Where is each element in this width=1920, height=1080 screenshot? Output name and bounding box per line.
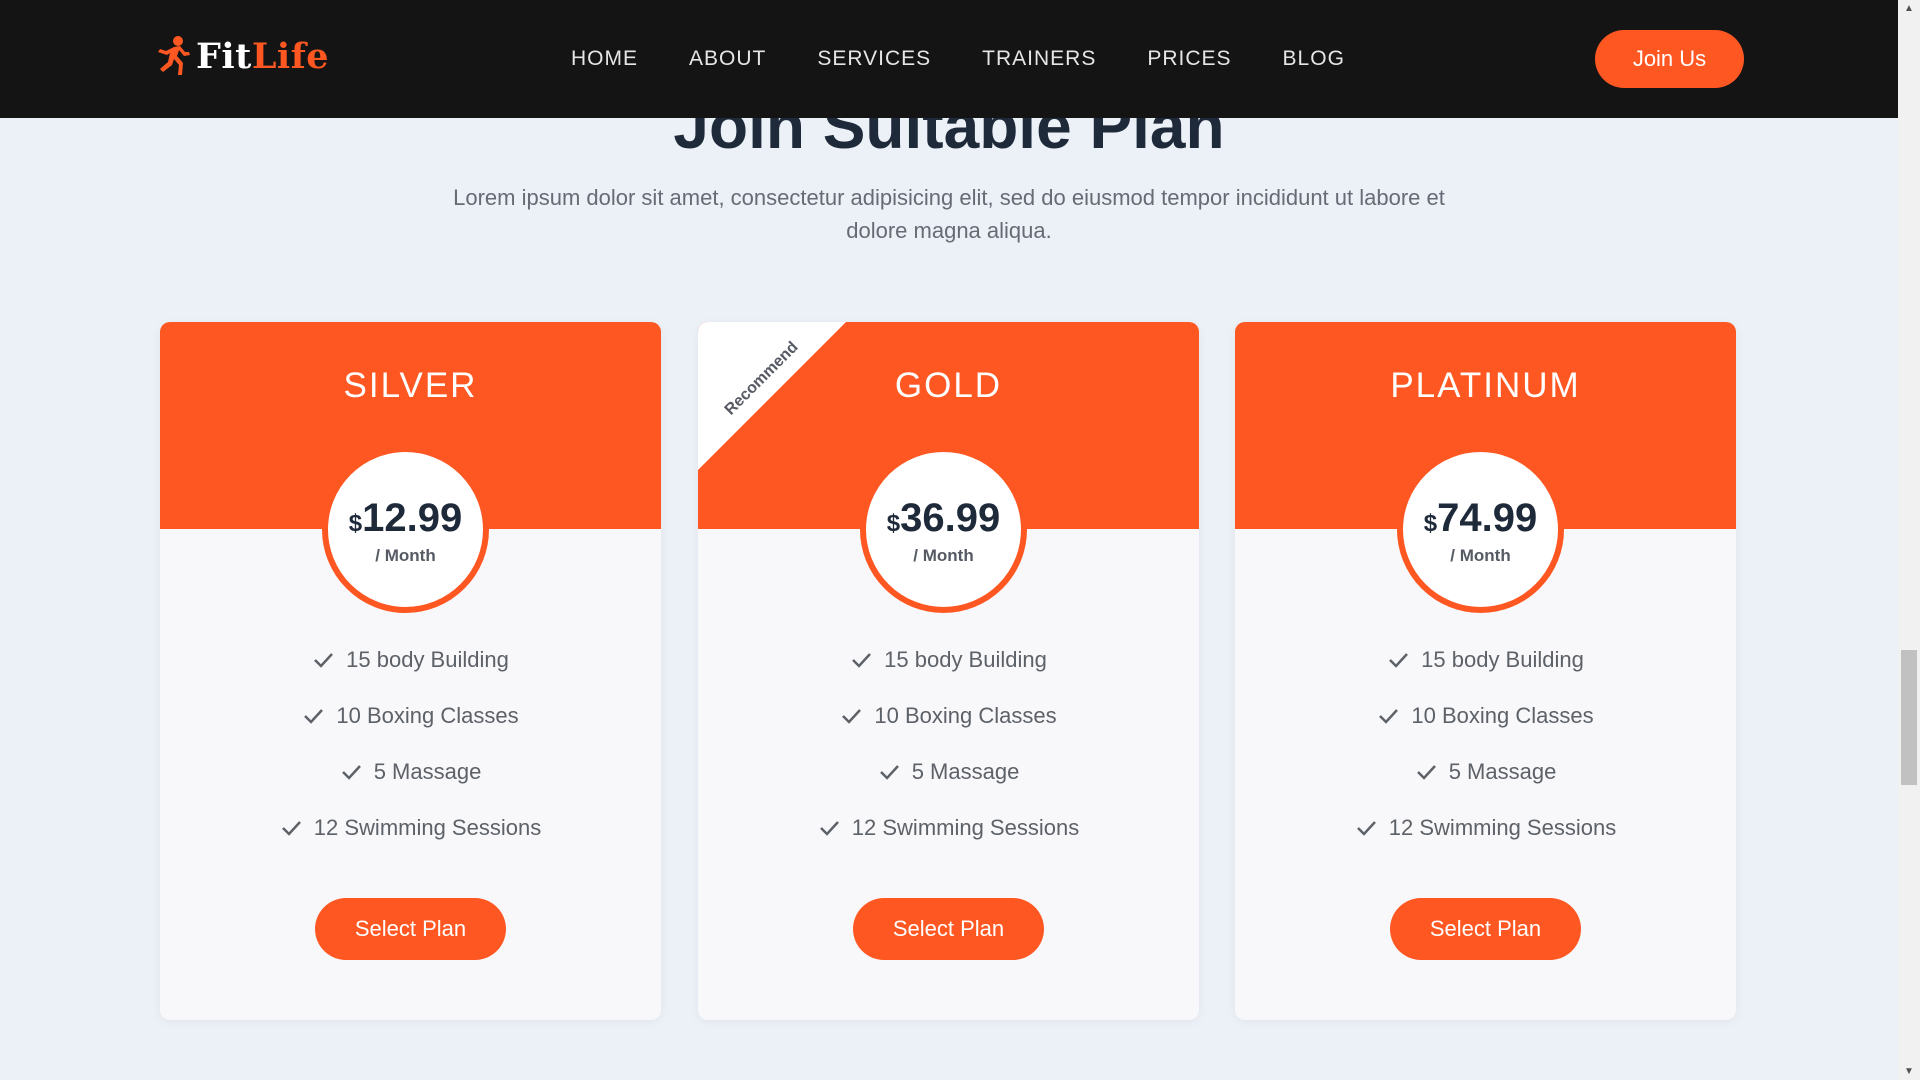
price-circle: $36.99 / Month (860, 446, 1027, 613)
select-plan-button[interactable]: Select Plan (1390, 898, 1581, 960)
site-header: FitLife HOME ABOUT SERVICES TRAINERS PRI… (0, 0, 1898, 118)
check-icon (1379, 709, 1399, 724)
section-subtitle: Lorem ipsum dolor sit amet, consectetur … (453, 185, 1445, 243)
select-plan-button[interactable]: Select Plan (853, 898, 1044, 960)
check-icon (842, 709, 862, 724)
price-circle: $74.99 / Month (1397, 446, 1564, 613)
feature-item: 5 Massage (160, 758, 661, 814)
price: $36.99 (866, 496, 1021, 549)
feature-item: 12 Swimming Sessions (1235, 814, 1736, 870)
feature-list: 15 body Building 10 Boxing Classes 5 Mas… (698, 646, 1199, 870)
feature-item: 10 Boxing Classes (698, 702, 1199, 758)
main-nav: HOME ABOUT SERVICES TRAINERS PRICES BLOG (571, 44, 1396, 74)
feature-item: 12 Swimming Sessions (160, 814, 661, 870)
nav-blog[interactable]: BLOG (1283, 44, 1345, 74)
nav-services[interactable]: SERVICES (817, 44, 931, 74)
nav-trainers[interactable]: TRAINERS (982, 44, 1096, 74)
feature-label: 12 Swimming Sessions (851, 815, 1080, 840)
plan-name: PLATINUM (1390, 366, 1581, 405)
check-icon (1389, 653, 1409, 668)
price-period: / Month (375, 546, 436, 565)
price: $12.99 (328, 496, 483, 549)
price: $74.99 (1403, 496, 1558, 549)
feature-label: 5 Massage (373, 759, 482, 784)
logo[interactable]: FitLife (152, 34, 329, 78)
feature-label: 10 Boxing Classes (336, 703, 519, 728)
price-currency: $ (886, 510, 901, 537)
price-period: / Month (1450, 546, 1511, 565)
check-icon (314, 653, 334, 668)
check-icon (1356, 821, 1376, 836)
logo-text-fit: Fit (196, 35, 252, 77)
feature-label: 12 Swimming Sessions (313, 815, 542, 840)
nav-about[interactable]: ABOUT (689, 44, 766, 74)
plan-card-gold: Recommend GOLD $36.99 / Month 15 body Bu… (698, 322, 1199, 1020)
nav-prices[interactable]: PRICES (1147, 44, 1231, 74)
check-icon (281, 821, 301, 836)
feature-label: 15 body Building (1421, 647, 1584, 672)
feature-item: 10 Boxing Classes (160, 702, 661, 758)
feature-label: 15 body Building (346, 647, 509, 672)
logo-text: FitLife (196, 36, 329, 77)
check-icon (1416, 765, 1436, 780)
price-currency: $ (348, 510, 363, 537)
price-amount: 36.99 (900, 496, 1001, 540)
plan-card-silver: SILVER $12.99 / Month 15 body Building 1… (160, 322, 661, 1020)
nav-home[interactable]: HOME (571, 44, 638, 74)
feature-item: 12 Swimming Sessions (698, 814, 1199, 870)
plan-name: GOLD (894, 366, 1003, 405)
join-us-button[interactable]: Join Us (1595, 30, 1744, 88)
price-amount: 74.99 (1437, 496, 1538, 540)
plan-card-platinum: PLATINUM $74.99 / Month 15 body Building… (1235, 322, 1736, 1020)
feature-item: 15 body Building (160, 646, 661, 702)
price-currency: $ (1423, 510, 1438, 537)
feature-label: 10 Boxing Classes (874, 703, 1057, 728)
check-icon (304, 709, 324, 724)
feature-item: 5 Massage (1235, 758, 1736, 814)
page-scrollbar[interactable]: ▲ ▼ (1898, 0, 1920, 1080)
feature-item: 10 Boxing Classes (1235, 702, 1736, 758)
feature-list: 15 body Building 10 Boxing Classes 5 Mas… (1235, 646, 1736, 870)
price-period: / Month (913, 546, 974, 565)
check-icon (879, 765, 899, 780)
feature-label: 5 Massage (1448, 759, 1557, 784)
check-icon (819, 821, 839, 836)
feature-item: 15 body Building (698, 646, 1199, 702)
scroll-thumb[interactable] (1901, 650, 1917, 785)
select-plan-button[interactable]: Select Plan (315, 898, 506, 960)
feature-item: 5 Massage (698, 758, 1199, 814)
price-amount: 12.99 (362, 496, 463, 540)
logo-text-life: Life (251, 35, 330, 77)
price-circle: $12.99 / Month (322, 446, 489, 613)
plan-name: SILVER (343, 366, 478, 405)
feature-label: 10 Boxing Classes (1411, 703, 1594, 728)
feature-label: 12 Swimming Sessions (1388, 815, 1617, 840)
scroll-up-arrow-icon[interactable]: ▲ (1898, 0, 1920, 17)
running-man-icon (158, 36, 190, 75)
scroll-down-arrow-icon[interactable]: ▼ (1898, 1063, 1920, 1080)
feature-label: 5 Massage (911, 759, 1020, 784)
page: Join Suitable Plan Lorem ipsum dolor sit… (0, 0, 1898, 1080)
feature-label: 15 body Building (884, 647, 1047, 672)
check-icon (341, 765, 361, 780)
check-icon (852, 653, 872, 668)
feature-item: 15 body Building (1235, 646, 1736, 702)
feature-list: 15 body Building 10 Boxing Classes 5 Mas… (160, 646, 661, 870)
